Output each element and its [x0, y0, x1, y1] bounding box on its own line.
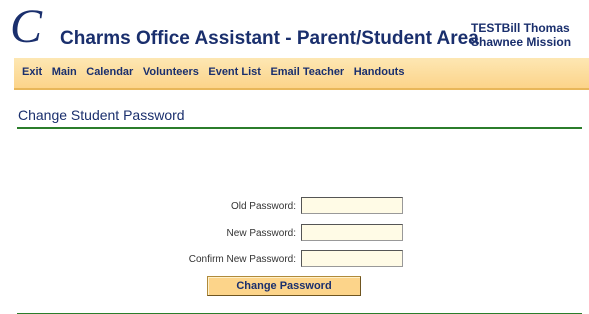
organization-name: Shawnee Mission: [471, 35, 572, 49]
nav-item-calendar[interactable]: Calendar: [86, 66, 133, 78]
new-password-input[interactable]: [301, 224, 403, 241]
new-password-label: New Password:: [226, 228, 296, 239]
old-password-row: Old Password:: [0, 197, 589, 217]
nav-item-email-teacher[interactable]: Email Teacher: [270, 66, 344, 78]
nav-item-handouts[interactable]: Handouts: [354, 66, 405, 78]
header: C Charms Office Assistant - Parent/Stude…: [0, 0, 589, 58]
charms-logo-icon: C: [10, 0, 43, 50]
confirm-password-input[interactable]: [301, 250, 403, 267]
app-title: Charms Office Assistant - Parent/Student…: [60, 28, 479, 49]
change-password-button[interactable]: Change Password: [207, 276, 361, 296]
main-nav: Exit Main Calendar Volunteers Event List…: [14, 58, 589, 90]
old-password-input[interactable]: [301, 197, 403, 214]
old-password-label: Old Password:: [230, 201, 296, 212]
new-password-row: New Password:: [0, 224, 589, 244]
user-info: TESTBill Thomas Shawnee Mission: [471, 21, 589, 49]
nav-item-main[interactable]: Main: [52, 66, 77, 78]
title-divider: [17, 127, 582, 129]
nav-item-exit[interactable]: Exit: [22, 66, 42, 78]
confirm-password-row: Confirm New Password:: [0, 250, 589, 270]
nav-item-event-list[interactable]: Event List: [208, 66, 261, 78]
confirm-password-label: Confirm New Password:: [188, 254, 296, 265]
svg-text:C: C: [10, 0, 43, 50]
page-title: Change Student Password: [18, 107, 185, 123]
user-name: TESTBill Thomas: [471, 21, 570, 35]
nav-item-volunteers[interactable]: Volunteers: [143, 66, 199, 78]
